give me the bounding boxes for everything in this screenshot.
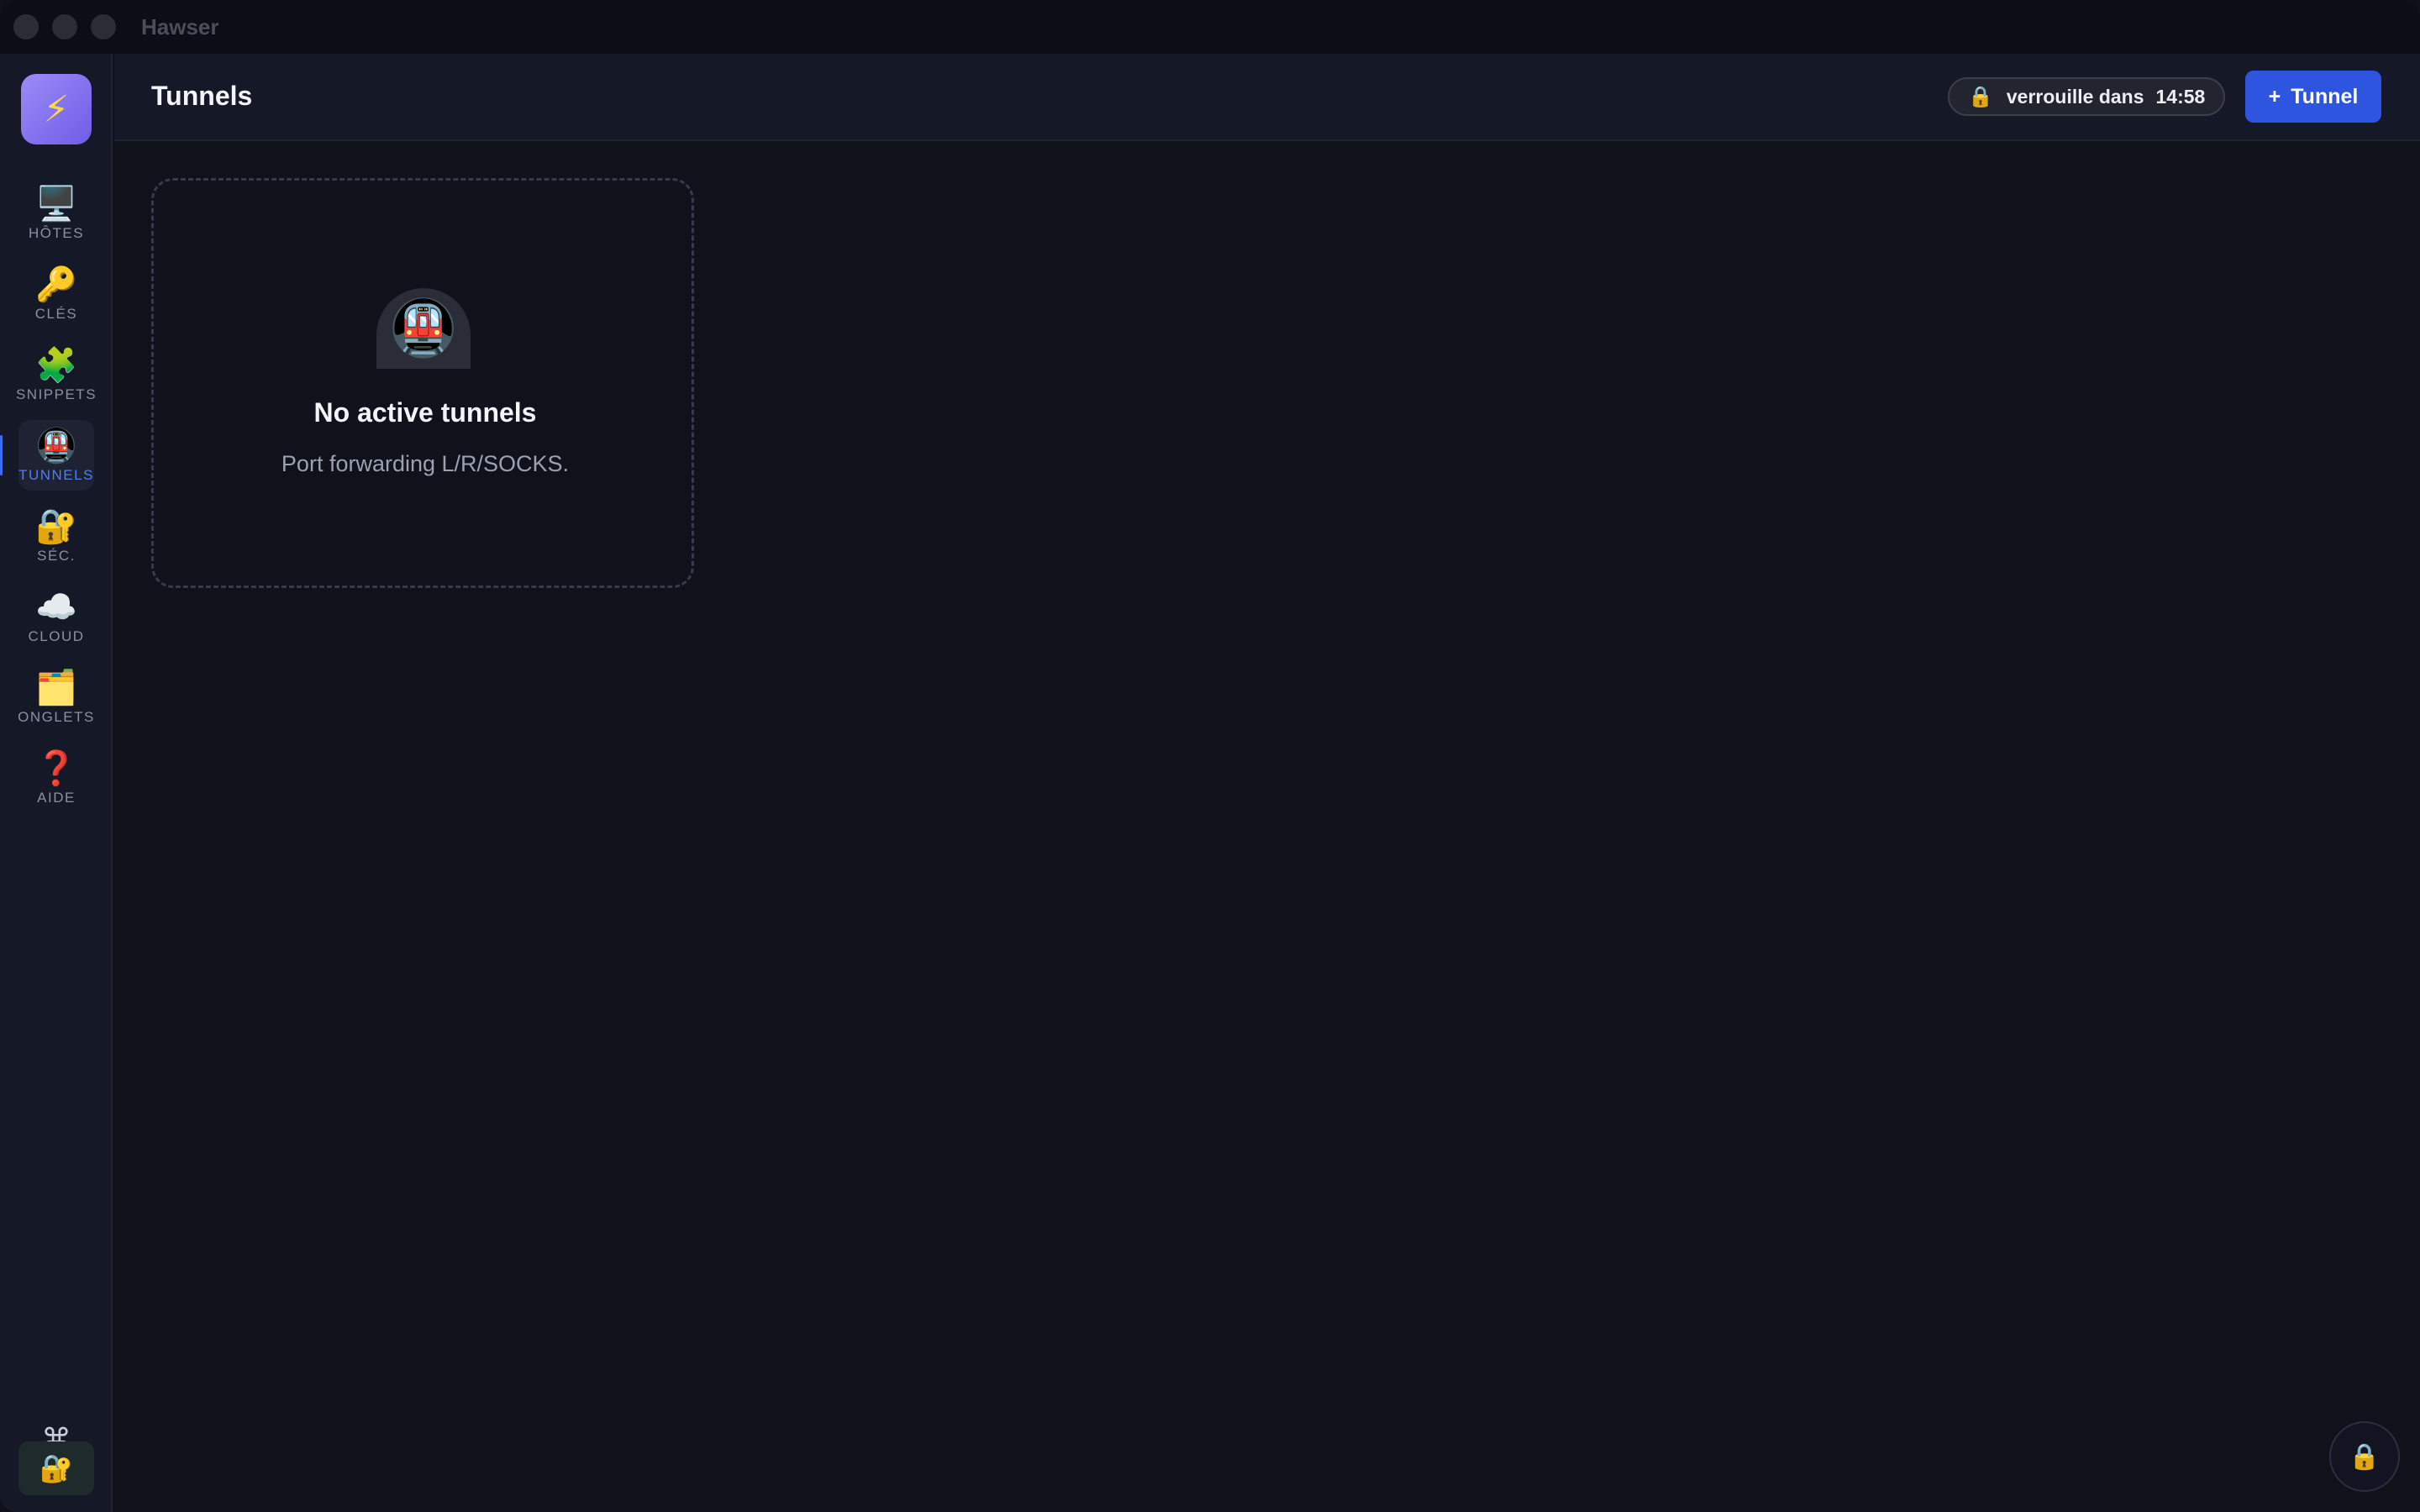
sidebar-item-label: TUNNELS [18,467,94,483]
minimize-window-button[interactable] [52,14,77,39]
lock-icon: 🔒 [1968,85,1993,108]
cloud-icon: ☁️ [35,589,77,626]
empty-state-card: 🚇 No active tunnels Port forwarding L/R/… [151,178,694,588]
sidebar-item-label: SNIPPETS [15,386,97,402]
card-index-dividers-icon: 🗂️ [35,669,77,706]
sidebar-item-label: CLÉS [34,306,78,322]
sidebar-item-tunnels[interactable]: 🚇 TUNNELS [0,420,113,491]
app-window: Hawser ⚡ 🖥️ HÔTES 🔑 CLÉS 🧩 SNIPPETS 🚇 TU… [0,0,2420,1512]
sidebar-item-tabs[interactable]: 🗂️ ONGLETS [0,662,113,732]
desktop-computer-icon: 🖥️ [35,186,77,223]
sidebar: ⚡ 🖥️ HÔTES 🔑 CLÉS 🧩 SNIPPETS 🚇 TUNNELS 🔐… [0,54,113,1512]
locked-with-key-icon: 🔐 [35,508,77,545]
app-title: Hawser [141,13,219,39]
page-header: Tunnels 🔒 verrouille dans 14:58 + Tunnel [114,54,2420,141]
sidebar-item-cloud[interactable]: ☁️ CLOUD [0,581,113,652]
metro-icon: 🚇 [35,428,77,465]
puzzle-piece-icon: 🧩 [35,347,77,384]
lock-timer-label: verrouille dans [2006,85,2144,108]
key-icon: 🔑 [35,266,77,303]
lock-timer-countdown: 14:58 [2155,85,2206,108]
lightning-icon: ⚡ [43,88,70,130]
floating-lock-button[interactable]: 🔒 [2329,1421,2400,1492]
sidebar-item-label: CLOUD [28,628,85,644]
sidebar-item-label: SÉC. [37,548,76,564]
empty-state-title: No active tunnels [313,397,537,428]
close-window-button[interactable] [13,14,39,39]
app-logo[interactable]: ⚡ [21,74,92,144]
add-tunnel-label: Tunnel [2291,84,2359,108]
plus-icon: + [2268,84,2281,108]
sidebar-item-hosts[interactable]: 🖥️ HÔTES [0,178,113,249]
lock-icon: 🔒 [2349,1442,2381,1471]
zoom-window-button[interactable] [91,14,116,39]
sidebar-item-help[interactable]: ❓ AIDE [0,743,113,813]
sidebar-item-label: AIDE [37,790,76,806]
empty-state-subtitle: Port forwarding L/R/SOCKS. [281,451,570,476]
window-controls [13,14,116,39]
sidebar-item-snippets[interactable]: 🧩 SNIPPETS [0,339,113,410]
sidebar-item-label: ONGLETS [18,709,95,725]
question-mark-icon: ❓ [35,750,77,787]
metro-icon: 🚇 [376,288,471,369]
add-tunnel-button[interactable]: + Tunnel [2245,71,2381,123]
sidebar-item-label: HÔTES [28,225,85,241]
locked-with-key-icon: 🔐 [39,1453,73,1483]
vault-lock-button[interactable]: 🔐 [18,1441,94,1495]
page-title: Tunnels [151,81,253,111]
auto-lock-timer-badge[interactable]: 🔒 verrouille dans 14:58 [1948,77,2225,116]
sidebar-item-security[interactable]: 🔐 SÉC. [0,501,113,571]
title-bar: Hawser [0,0,2420,54]
sidebar-item-keys[interactable]: 🔑 CLÉS [0,259,113,329]
